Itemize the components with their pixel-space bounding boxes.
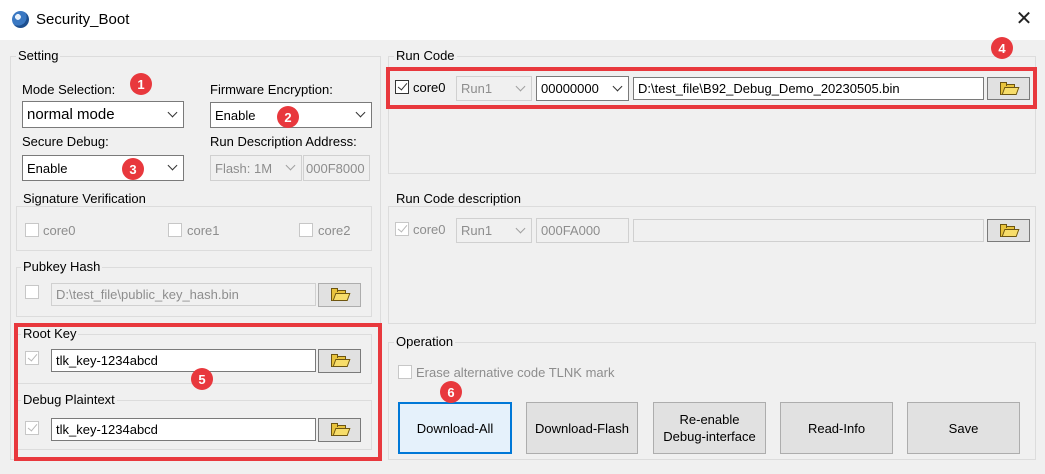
- chevron-down-icon: [285, 160, 296, 171]
- read-info-label: Read-Info: [807, 420, 866, 436]
- run-description-address-label: Run Description Address:: [210, 134, 357, 149]
- setting-group-label: Setting: [16, 48, 61, 63]
- pubkey-hash-browse-button[interactable]: [318, 283, 361, 307]
- erase-tlnk-checkbox[interactable]: [398, 365, 412, 379]
- app-globe-icon: [12, 11, 29, 28]
- run-code-description-run-dropdown[interactable]: Run1: [456, 218, 532, 243]
- firmware-encryption-value: Enable: [215, 107, 256, 123]
- annotation-badge-3: 3: [122, 158, 144, 180]
- pubkey-hash-label: Pubkey Hash: [21, 259, 103, 274]
- save-label: Save: [948, 420, 979, 436]
- run-code-description-core0-label: core0: [413, 222, 446, 237]
- run-code-description-address-input[interactable]: 000FA000: [536, 218, 629, 243]
- pubkey-hash-path-value: D:\test_file\public_key_hash.bin: [56, 287, 239, 302]
- title-bar: [0, 0, 1045, 40]
- secure-debug-dropdown[interactable]: Enable: [22, 155, 184, 181]
- run-code-description-core0-checkbox[interactable]: [395, 222, 409, 236]
- download-flash-label: Download-Flash: [535, 420, 629, 436]
- run-description-address-input[interactable]: 000F8000: [303, 155, 370, 181]
- flash-size-value: Flash: 1M: [215, 160, 273, 176]
- chevron-down-icon: [355, 107, 366, 118]
- secure-debug-label: Secure Debug:: [22, 134, 109, 149]
- mode-selection-value: normal mode: [27, 106, 115, 123]
- firmware-encryption-label: Firmware Encryption:: [210, 82, 333, 97]
- run-code-group-label: Run Code: [394, 48, 457, 63]
- read-info-button[interactable]: Read-Info: [780, 402, 893, 454]
- sig-core2-checkbox[interactable]: [299, 223, 313, 237]
- pubkey-hash-checkbox[interactable]: [25, 285, 39, 299]
- annotation-badge-5: 5: [191, 368, 213, 390]
- folder-open-icon: [999, 223, 1019, 237]
- reenable-debug-interface-button[interactable]: Re-enable Debug-interface: [653, 402, 766, 454]
- highlight-run-code: [386, 67, 1037, 109]
- sig-core1-checkbox[interactable]: [168, 223, 182, 237]
- download-all-button[interactable]: Download-All: [398, 402, 512, 454]
- flash-size-dropdown[interactable]: Flash: 1M: [210, 155, 302, 181]
- run-code-description-browse-button[interactable]: [987, 219, 1030, 242]
- operation-group-label: Operation: [394, 334, 456, 349]
- chevron-down-icon: [167, 107, 178, 117]
- run-code-description-run-value: Run1: [461, 223, 493, 238]
- run-code-description-path-input[interactable]: [633, 219, 984, 242]
- annotation-badge-6: 6: [440, 381, 462, 403]
- close-icon[interactable]: ✕: [1012, 8, 1036, 32]
- sig-core1-label: core1: [187, 223, 220, 238]
- erase-tlnk-label: Erase alternative code TLNK mark: [416, 365, 615, 380]
- run-code-description-group-label: Run Code description: [394, 191, 524, 206]
- pubkey-hash-path-input[interactable]: D:\test_file\public_key_hash.bin: [51, 283, 316, 306]
- reenable-line2: Debug-interface: [663, 429, 756, 444]
- save-button[interactable]: Save: [907, 402, 1020, 454]
- window-title: Security_Boot: [36, 11, 130, 28]
- folder-open-icon: [330, 288, 350, 301]
- highlight-root-key-debug: [14, 323, 382, 461]
- signature-verification-label: Signature Verification: [21, 191, 148, 206]
- chevron-down-icon: [167, 160, 178, 171]
- chevron-down-icon: [515, 223, 526, 233]
- secure-debug-value: Enable: [27, 160, 68, 176]
- download-flash-button[interactable]: Download-Flash: [526, 402, 638, 454]
- annotation-badge-1: 1: [130, 73, 152, 95]
- reenable-line1: Re-enable: [679, 412, 740, 427]
- sig-core0-checkbox[interactable]: [25, 223, 39, 237]
- sig-core0-label: core0: [43, 223, 76, 238]
- run-description-address-value: 000F8000: [306, 160, 365, 176]
- mode-selection-label: Mode Selection:: [22, 82, 116, 97]
- reenable-debug-interface-label: Re-enable Debug-interface: [663, 411, 756, 445]
- mode-selection-dropdown[interactable]: normal mode: [22, 101, 184, 128]
- annotation-badge-2: 2: [277, 106, 299, 128]
- run-code-description-address-value: 000FA000: [541, 223, 601, 238]
- annotation-badge-4: 4: [991, 37, 1013, 59]
- sig-core2-label: core2: [318, 223, 351, 238]
- download-all-label: Download-All: [416, 420, 494, 436]
